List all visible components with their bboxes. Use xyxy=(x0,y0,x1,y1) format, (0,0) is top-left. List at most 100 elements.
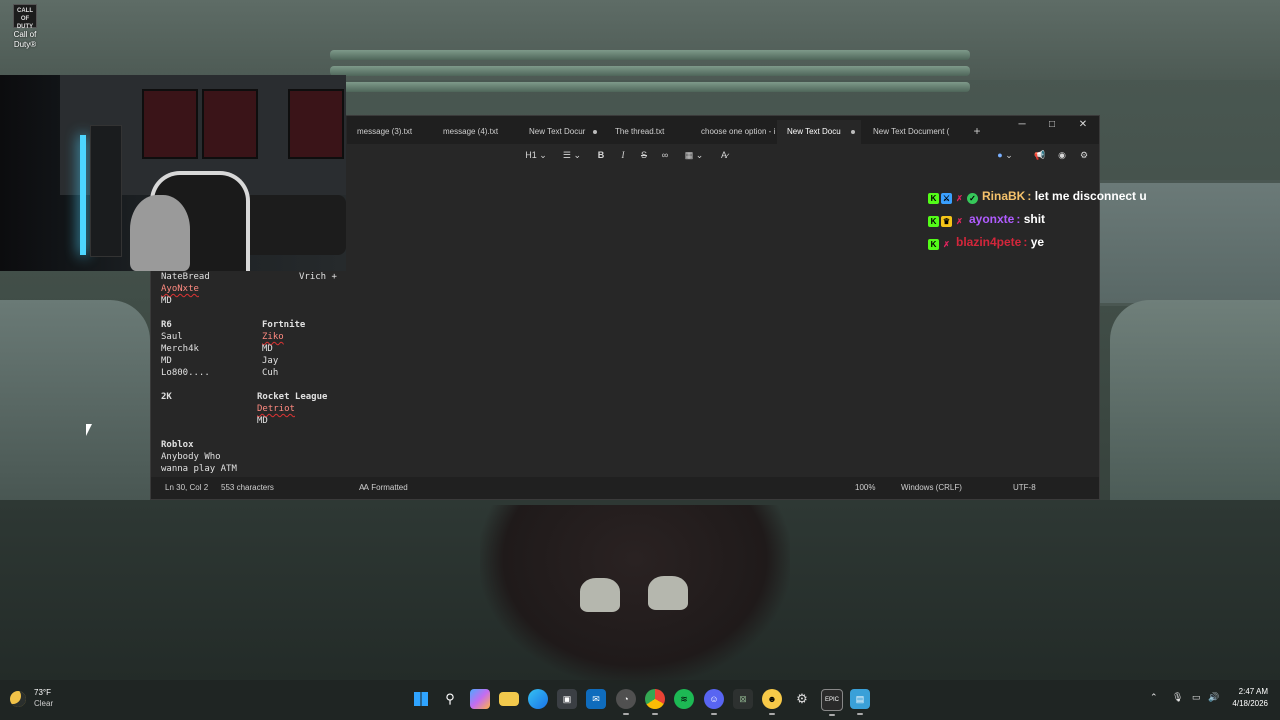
format-label: Formatted xyxy=(371,483,408,492)
chat-text: ye xyxy=(1030,235,1045,249)
system-clock[interactable]: 2:47 AM 4/18/2026 xyxy=(1232,686,1268,710)
editor-line: Lo800.... xyxy=(161,368,210,378)
editor-line: Cuh xyxy=(262,368,279,378)
format-icon: Ꜳ xyxy=(359,483,369,492)
editor-line: AyoNxte xyxy=(161,284,199,294)
chat-separator: : xyxy=(1023,235,1028,249)
editor-line: MD xyxy=(161,296,172,306)
chevron-down-icon: ⌄ xyxy=(539,150,547,160)
editor-line: MD xyxy=(262,344,273,354)
wallpaper-figure xyxy=(480,505,790,685)
tab-new-text-document-active[interactable]: New Text Docu xyxy=(777,120,861,144)
editor-line: Ziko xyxy=(262,332,284,342)
notepad-icon[interactable]: ▤ xyxy=(850,689,870,715)
encoding[interactable]: UTF-8 xyxy=(1013,477,1036,499)
editor-line: Roblox xyxy=(161,440,194,450)
italic-button[interactable]: I xyxy=(615,144,631,166)
clear-formatting-icon: A̷ xyxy=(720,150,727,160)
close-button[interactable]: ✕ xyxy=(1068,116,1098,134)
tab-new-text-document-1[interactable]: New Text Docur xyxy=(519,120,603,144)
network-icon[interactable]: ▭ xyxy=(1192,692,1201,703)
account-button[interactable]: ◉ xyxy=(1054,144,1070,166)
chrome-icon[interactable] xyxy=(645,689,665,715)
whats-new-button[interactable]: 📢 xyxy=(1032,144,1048,166)
wallpaper-hand xyxy=(648,576,688,610)
new-tab-button[interactable]: + xyxy=(967,120,987,142)
desktop-icon-call-of-duty[interactable]: CALL OF DUTY Call of Duty® xyxy=(6,4,44,50)
spotify-icon[interactable]: ≋ xyxy=(674,689,694,709)
tab-label: New Text Docur xyxy=(529,127,586,136)
editor-line: Anybody Who xyxy=(161,452,221,462)
edge-icon[interactable] xyxy=(528,689,548,709)
format-toggle[interactable]: Ꜳ Formatted xyxy=(359,477,408,499)
editor-line: Vrich + xyxy=(299,272,337,282)
epic-games-icon[interactable]: EPIC xyxy=(821,689,843,716)
tab-message-4[interactable]: message (4).txt xyxy=(433,120,517,144)
tab-bar: message (3).txt message (4).txt New Text… xyxy=(347,116,1099,144)
gear-icon: ⚙ xyxy=(1079,150,1089,160)
copilot-dropdown[interactable]: ● ⌄ xyxy=(992,144,1018,166)
microphone-icon[interactable]: 🎙 xyxy=(1172,692,1183,703)
tab-message-3[interactable]: message (3).txt xyxy=(347,120,431,144)
bold-button[interactable]: B xyxy=(593,144,609,166)
messenger-icon[interactable]: ☻ xyxy=(762,689,782,715)
heading-dropdown[interactable]: H1 ⌄ xyxy=(523,144,549,166)
weather-condition: Clear xyxy=(34,699,54,708)
unsaved-dot-icon xyxy=(593,130,597,134)
link-button[interactable]: ∞ xyxy=(657,144,673,166)
stream-chat-overlay: K ⚔ ✗ ✓ RinaBK: let me disconnect u K ♛ ✗ ayonx… xyxy=(928,188,1147,257)
editor-line: Rocket League xyxy=(257,392,328,402)
clock-time: 2:47 AM xyxy=(1238,687,1268,696)
editor-line: MD xyxy=(161,356,172,366)
line-endings[interactable]: Windows (CRLF) xyxy=(901,477,962,499)
outlook-icon[interactable]: ✉ xyxy=(586,689,606,709)
cursor-position: Ln 30, Col 2 xyxy=(165,483,209,492)
settings-button[interactable]: ⚙ xyxy=(1076,144,1092,166)
call-of-duty-icon: CALL OF DUTY xyxy=(13,4,37,30)
mouse-cursor xyxy=(86,424,92,436)
maximize-button[interactable]: □ xyxy=(1037,116,1067,134)
sword-badge-icon: ⚔ xyxy=(941,193,952,204)
kick-badge-icon: K xyxy=(928,193,939,204)
webcam-streamer xyxy=(130,195,190,271)
weather-temperature: 73°F xyxy=(34,688,51,697)
tab-new-text-document-2[interactable]: New Text Document ( xyxy=(863,120,961,144)
copilot-icon[interactable] xyxy=(470,689,490,709)
list-dropdown[interactable]: ☰ ⌄ xyxy=(559,144,585,166)
editor-line: Merch4k xyxy=(161,344,199,354)
chat-message: K ⚔ ✗ ✓ RinaBK: let me disconnect u xyxy=(928,188,1147,211)
tab-the-thread[interactable]: The thread.txt xyxy=(605,120,689,144)
crown-badge-icon: ♛ xyxy=(941,216,952,227)
show-hidden-icons-chevron-icon[interactable]: ⌃ xyxy=(1150,692,1158,703)
discord-icon[interactable]: ☺ xyxy=(704,689,724,715)
tab-label: New Text Document ( xyxy=(873,127,950,136)
search-icon[interactable]: ⚲ xyxy=(440,689,460,709)
editor-text-area[interactable]: NateBread AyoNxte MD R6 Saul Merch4k MD Lo800..… xyxy=(161,271,237,475)
heading-label: H1 xyxy=(525,150,537,160)
tab-label: message (3).txt xyxy=(357,127,413,136)
start-icon[interactable] xyxy=(411,689,431,709)
taskbar: 73°F Clear ⚲ ▣ ✉ ◔ ≋ ☺ ⊠ ☻ ⚙ EPIC ▤ ⌃ 🎙 … xyxy=(0,680,1280,720)
store-icon[interactable]: ▣ xyxy=(557,689,577,709)
editor-line: Detriot xyxy=(257,404,295,414)
volume-icon[interactable]: 🔊 xyxy=(1208,692,1219,703)
tab-label: The thread.txt xyxy=(615,127,665,136)
editor-line: MD xyxy=(257,416,268,426)
clear-formatting-button[interactable]: A̷ xyxy=(716,144,732,166)
xbox-icon[interactable]: ⊠ xyxy=(733,689,753,709)
browser-icon[interactable]: ◔ xyxy=(616,689,636,715)
table-dropdown[interactable]: ▦ ⌄ xyxy=(681,144,707,166)
file-explorer-icon[interactable] xyxy=(499,692,519,706)
chat-username: ayonxte xyxy=(969,212,1015,226)
zoom-level[interactable]: 100% xyxy=(855,477,875,499)
tab-choose-one-option[interactable]: choose one option - i xyxy=(691,120,775,144)
minimize-button[interactable]: ─ xyxy=(1007,116,1037,134)
megaphone-icon: 📢 xyxy=(1034,150,1046,160)
strikethrough-button[interactable]: S xyxy=(636,144,652,166)
formatting-toolbar: H1 ⌄ ☰ ⌄ B I S ∞ ▦ ⌄ A̷ ● ⌄ 📢 ◉ ⚙ xyxy=(347,144,1099,166)
steam-icon[interactable]: ⚙ xyxy=(792,689,812,709)
chat-message: K ♛ ✗ ayonxte: shit xyxy=(928,211,1147,234)
editor-line: Jay xyxy=(262,356,279,366)
